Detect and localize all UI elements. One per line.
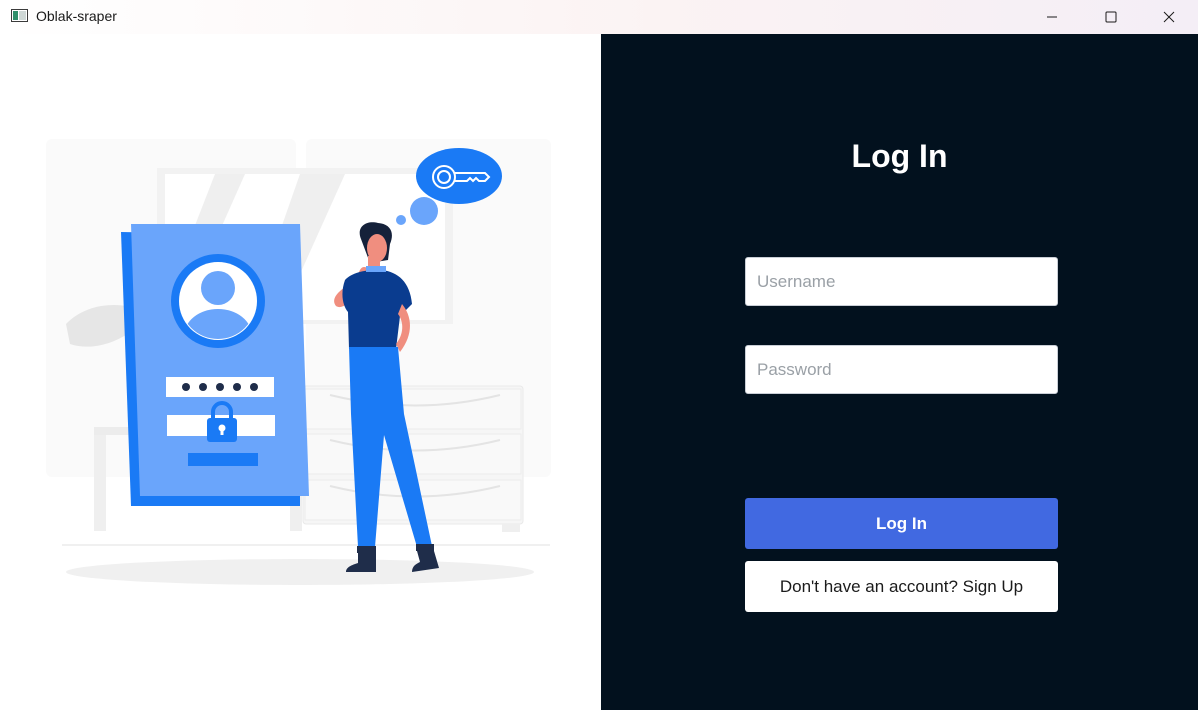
signup-button[interactable]: Don't have an account? Sign Up	[745, 561, 1058, 612]
maximize-icon	[1105, 11, 1117, 23]
window-title: Oblak-sraper	[36, 8, 117, 24]
minimize-icon	[1047, 16, 1057, 18]
app-window-icon	[11, 9, 28, 22]
illustration-panel	[0, 34, 601, 710]
minimize-button[interactable]	[1023, 0, 1081, 34]
close-button[interactable]	[1140, 0, 1198, 34]
close-icon	[1163, 11, 1175, 23]
username-input[interactable]	[745, 257, 1058, 306]
maximize-button[interactable]	[1082, 0, 1140, 34]
page-title: Log In	[851, 138, 948, 174]
window-titlebar: Oblak-sraper	[0, 0, 1198, 34]
login-panel: Log In Log In Don't have an account? Sig…	[601, 34, 1198, 710]
login-security-illustration	[46, 139, 551, 585]
password-input[interactable]	[745, 345, 1058, 394]
login-button[interactable]: Log In	[745, 498, 1058, 549]
